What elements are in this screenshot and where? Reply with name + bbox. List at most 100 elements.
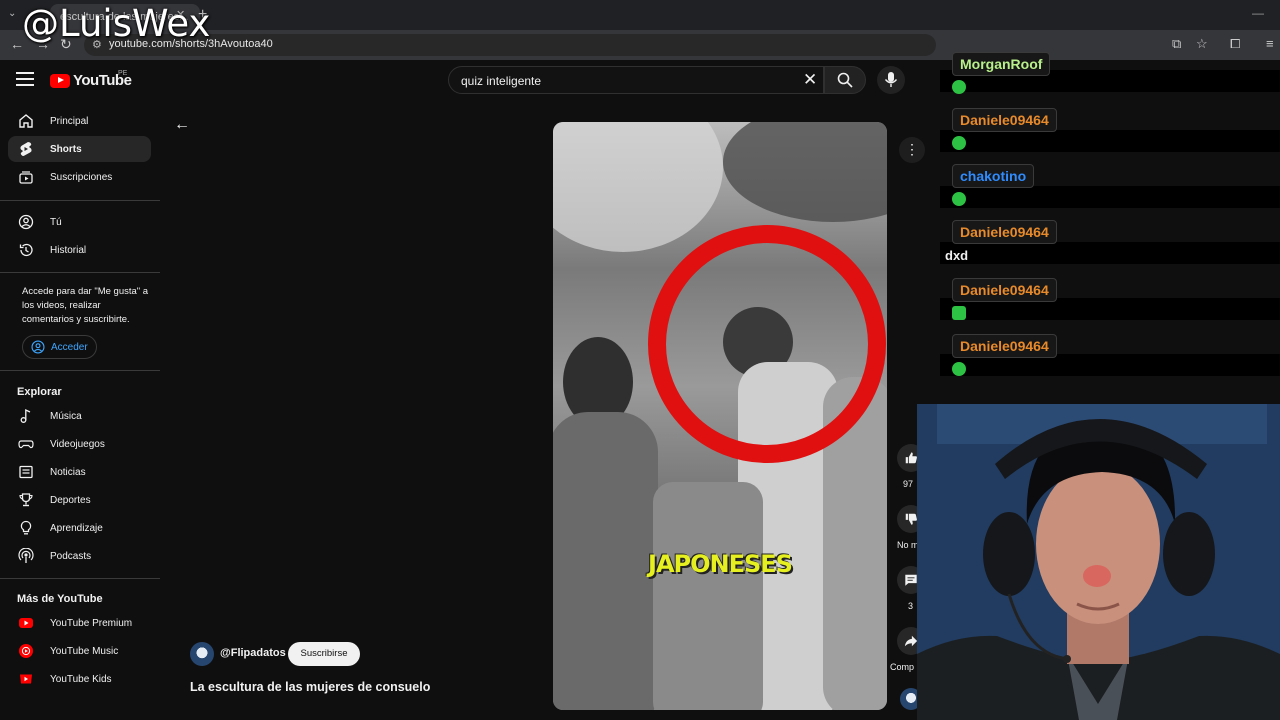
sidebar-item-podcasts[interactable]: Podcasts: [8, 543, 151, 569]
tab-search-icon[interactable]: ⌄: [8, 8, 16, 19]
hamburger-menu-icon[interactable]: [16, 72, 34, 88]
search-icon: [837, 72, 853, 88]
short-video-player[interactable]: JAPONESES: [553, 122, 887, 710]
search-input[interactable]: quiz inteligente ✕: [448, 66, 824, 94]
sidebar-item-tu[interactable]: Tú: [8, 209, 151, 235]
sidebar-divider: [0, 200, 160, 201]
chat-background: [940, 186, 1280, 208]
explore-heading: Explorar: [17, 386, 62, 398]
sidebar-item-label: Shorts: [50, 143, 82, 155]
thumbs-up-icon: [905, 452, 917, 464]
subscribe-button[interactable]: Suscribirse: [288, 642, 360, 666]
chat-background: [940, 242, 1280, 264]
youtube-premium-icon: [17, 614, 35, 632]
chat-emote-icon: [952, 362, 966, 376]
sidebar-item-label: Suscripciones: [50, 171, 113, 183]
sidebar-item-label: Historial: [50, 244, 87, 256]
sidebar-item-label: Podcasts: [50, 550, 92, 562]
music-icon: [17, 407, 35, 425]
sidebar-divider: [0, 370, 160, 371]
chat-background: [940, 130, 1280, 152]
signin-button[interactable]: Acceder: [22, 335, 97, 359]
sidebar-item-videojuegos[interactable]: Videojuegos: [8, 431, 151, 457]
more-youtube-heading: Más de YouTube: [17, 593, 103, 605]
sidebar-item-label: YouTube Premium: [50, 617, 133, 629]
signin-prompt: Accede para dar "Me gusta" a los videos,…: [22, 286, 149, 325]
user-icon: [17, 213, 35, 231]
lightbulb-icon: [17, 519, 35, 537]
subscriptions-icon: [17, 168, 35, 186]
sidebar-item-deportes[interactable]: Deportes: [8, 487, 151, 513]
video-frame-region: [723, 122, 887, 222]
youtube-music-icon: [17, 642, 35, 660]
chat-username: Daniele09464: [952, 278, 1057, 302]
sidebar-item-label: Aprendizaje: [50, 522, 103, 534]
channel-avatar[interactable]: [190, 642, 214, 666]
sidebar-divider: [0, 578, 160, 579]
sidebar-item-shorts[interactable]: Shorts: [8, 136, 151, 162]
chat-username: chakotino: [952, 164, 1035, 188]
like-count: 97: [903, 479, 914, 489]
chat-emote-icon: [952, 306, 966, 320]
sidebar-item-suscripciones[interactable]: Suscripciones: [8, 164, 151, 190]
back-arrow-icon[interactable]: ←: [174, 116, 190, 134]
microphone-icon: [884, 72, 898, 87]
address-bar[interactable]: ⚙ youtube.com/shorts/3hAvoutoa40: [84, 34, 936, 56]
sidebar-item-label: YouTube Music: [50, 645, 119, 657]
thumbs-down-icon: [905, 513, 917, 525]
streamer-watermark: @LuisWex: [22, 2, 211, 45]
clear-search-icon[interactable]: ✕: [803, 71, 817, 89]
stream-chat-overlay: MorganRoof Daniele09464 chakotino Daniel…: [940, 40, 1280, 380]
chat-username: Daniele09464: [952, 108, 1057, 132]
streamer-webcam: [917, 404, 1280, 720]
home-icon: [17, 112, 35, 130]
search-value: quiz inteligente: [461, 74, 542, 88]
webcam-image: [917, 404, 1280, 720]
account-icon: [31, 340, 45, 354]
sidebar-item-noticias[interactable]: Noticias: [8, 459, 151, 485]
sidebar-item-label: Deportes: [50, 494, 91, 506]
minimize-icon[interactable]: —: [1252, 6, 1264, 20]
sidebar-item-youtube-music[interactable]: YouTube Music: [8, 638, 151, 664]
sidebar-item-youtube-premium[interactable]: YouTube Premium: [8, 610, 151, 636]
sidebar-divider: [0, 272, 160, 273]
history-icon: [17, 241, 35, 259]
chat-emote-icon: [952, 192, 966, 206]
sidebar-item-label: Videojuegos: [50, 438, 105, 450]
comment-count: 3: [908, 601, 914, 611]
chat-username: Daniele09464: [952, 220, 1057, 244]
video-subtitle: JAPONESES: [648, 550, 793, 578]
more-options-icon[interactable]: ⋮: [899, 137, 925, 163]
sidebar-item-label: YouTube Kids: [50, 673, 112, 685]
shorts-icon: [17, 140, 35, 158]
sidebar-item-historial[interactable]: Historial: [8, 237, 151, 263]
voice-search-button[interactable]: [877, 66, 905, 94]
chat-emote-icon: [952, 80, 966, 94]
region-code: PE: [118, 70, 128, 77]
sidebar-item-label: Noticias: [50, 466, 86, 478]
channel-name[interactable]: @Flipadatos: [220, 647, 286, 659]
share-icon: [904, 635, 918, 647]
comment-icon: [905, 574, 917, 586]
sidebar-item-label: Música: [50, 410, 82, 422]
video-stone-wall: [653, 482, 763, 710]
video-frame-region: [553, 122, 723, 252]
dislike-label: No m: [897, 540, 919, 550]
highlight-circle: [648, 225, 886, 463]
sidebar-item-musica[interactable]: Música: [8, 403, 151, 429]
youtube-play-icon: [50, 73, 70, 88]
share-label: Comp: [890, 662, 915, 672]
podcast-icon: [17, 547, 35, 565]
short-title: La escultura de las mujeres de consuelo: [190, 680, 431, 694]
sidebar-item-label: Principal: [50, 115, 89, 127]
chat-username: MorganRoof: [952, 52, 1051, 76]
gaming-icon: [17, 435, 35, 453]
sidebar-item-youtube-kids[interactable]: YouTube Kids: [8, 666, 151, 692]
chat-emote-icon: [952, 136, 966, 150]
search-button[interactable]: [824, 66, 866, 94]
sidebar-item-label: Tú: [50, 216, 62, 228]
youtube-kids-icon: [17, 670, 35, 688]
sidebar-item-aprendizaje[interactable]: Aprendizaje: [8, 515, 151, 541]
chat-username: Daniele09464: [952, 334, 1057, 358]
sidebar-item-principal[interactable]: Principal: [8, 108, 151, 134]
